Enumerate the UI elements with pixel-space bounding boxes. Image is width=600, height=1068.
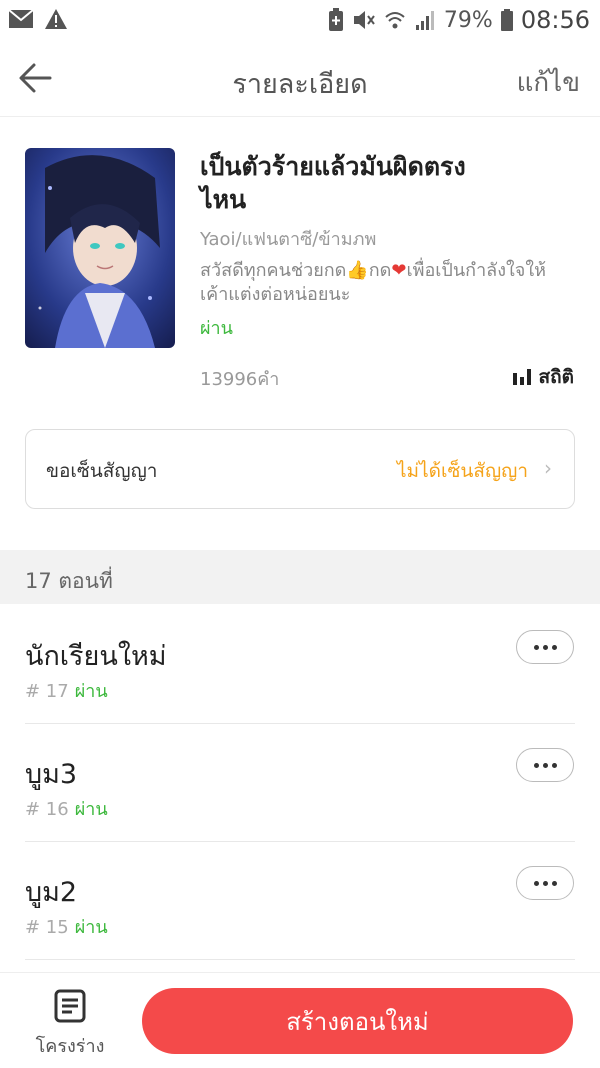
more-options-button[interactable] [516,866,574,900]
clock: 08:56 [520,6,590,34]
chapter-number: # 15 [25,917,69,938]
stats-button[interactable]: สถิติ [512,362,574,392]
stats-label: สถิติ [538,366,574,388]
chevron-right-icon: › [544,456,552,480]
outline-button[interactable]: โครงร่าง [30,989,110,1060]
chapter-meta: # 15 ผ่าน [25,912,108,941]
book-status: ผ่าน [200,318,233,339]
mute-icon [353,11,375,29]
bar-chart-icon [512,369,531,385]
chapter-meta: # 16 ผ่าน [25,794,108,823]
book-cover-image[interactable] [25,148,175,348]
chapter-title: บูม3 [25,759,78,790]
chapter-number: # 17 [25,681,69,702]
outline-label: โครงร่าง [35,1036,105,1057]
chapter-status: ผ่าน [74,917,108,938]
chapter-row[interactable]: นักเรียนใหม่ # 17 ผ่าน [0,606,600,724]
battery-percent: 79% [443,7,493,33]
bottom-bar: โครงร่าง สร้างตอนใหม่ [0,972,600,1068]
top-bar: รายละเอียด แก้ไข [0,44,600,117]
book-info: เป็นตัวร้ายแล้วมันผิดตรง ไหน Yaoi/แฟนตาซ… [200,150,580,342]
divider [25,959,575,960]
chapter-status: ผ่าน [74,681,108,702]
battery-icon [500,9,513,31]
word-count: 13996คำ [200,369,280,390]
document-icon [54,989,86,1023]
chapter-row[interactable]: บูม3 # 16 ผ่าน [0,724,600,842]
chapter-meta: # 17 ผ่าน [25,676,108,705]
chapter-row[interactable]: บูม2 # 15 ผ่าน [0,842,600,960]
thumbs-up-icon: 👍 [346,260,369,281]
book-title: เป็นตัวร้ายแล้วมันผิดตรง ไหน [200,152,466,214]
more-options-button[interactable] [516,630,574,664]
contract-label: ขอเซ็นสัญญา [46,460,158,482]
chapter-title: บูม2 [25,877,78,908]
contract-row[interactable]: ขอเซ็นสัญญา ไม่ได้เซ็นสัญญา › [25,429,575,509]
chapter-status: ผ่าน [74,799,108,820]
battery-saver-icon [328,8,343,31]
signal-icon [415,11,434,30]
warning-icon [45,9,67,29]
chapter-title: นักเรียนใหม่ [25,641,167,672]
chapter-number: # 16 [25,799,69,820]
heart-icon: ❤ [391,260,407,281]
book-description: สวัสดีทุกคนช่วยกด👍กด❤เพื่อเป็นกำลังใจให้… [200,260,546,305]
more-options-button[interactable] [516,748,574,782]
chapters-header: 17 ตอนที่ [0,550,600,604]
wifi-icon [385,12,405,29]
create-chapter-button[interactable]: สร้างตอนใหม่ [142,988,573,1054]
book-genre: Yaoi/แฟนตาซี/ข้ามภพ [200,229,377,250]
status-bar: 79% 08:56 [0,0,600,44]
chapter-count: 17 ตอนที่ [25,569,113,593]
page-title: รายละเอียด [232,69,368,100]
edit-button[interactable]: แก้ไข [517,62,580,103]
contract-status: ไม่ได้เซ็นสัญญา [397,460,528,482]
mail-icon [8,9,34,28]
